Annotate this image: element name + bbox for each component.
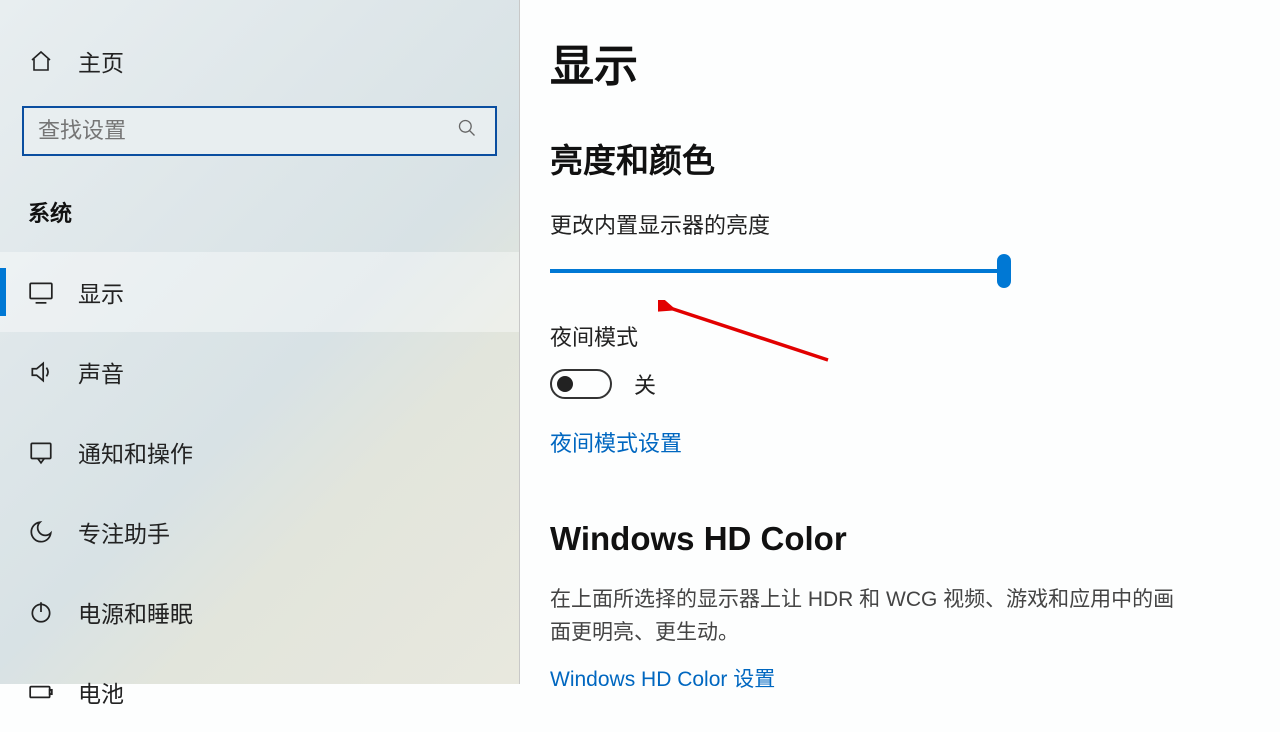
- home-nav[interactable]: 主页: [0, 30, 519, 96]
- slider-track: [550, 269, 1005, 273]
- brightness-section-title: 亮度和颜色: [550, 134, 1244, 182]
- search-icon: [457, 118, 477, 144]
- home-label: 主页: [78, 44, 124, 78]
- hd-color-settings-link[interactable]: Windows HD Color 设置: [550, 663, 775, 693]
- toggle-knob: [557, 376, 573, 392]
- monitor-icon: [28, 279, 54, 305]
- hd-color-title: Windows HD Color: [550, 520, 1244, 558]
- sidebar-item-power[interactable]: 电源和睡眠: [0, 572, 519, 652]
- night-light-status: 关: [634, 368, 656, 400]
- sidebar-item-label: 通知和操作: [78, 435, 193, 469]
- notifications-icon: [28, 439, 54, 465]
- category-label: 系统: [0, 178, 519, 252]
- sidebar: 主页 系统 显示 声音: [0, 0, 520, 684]
- moon-icon: [28, 519, 54, 545]
- sidebar-item-label: 电池: [78, 675, 124, 709]
- night-light-toggle-row: 关: [550, 368, 1244, 400]
- page-title: 显示: [550, 30, 1244, 94]
- slider-thumb[interactable]: [997, 254, 1011, 288]
- search-input[interactable]: [38, 118, 481, 144]
- sidebar-item-sound[interactable]: 声音: [0, 332, 519, 412]
- sidebar-item-label: 电源和睡眠: [78, 595, 193, 629]
- battery-icon: [28, 679, 54, 705]
- search-wrap: [22, 106, 497, 156]
- sidebar-item-label: 专注助手: [78, 515, 170, 549]
- home-icon: [28, 48, 54, 74]
- search-box[interactable]: [22, 106, 497, 156]
- main-content: 显示 亮度和颜色 更改内置显示器的亮度 夜间模式 关 夜间模式设置 Window…: [520, 0, 1280, 684]
- night-light-toggle[interactable]: [550, 369, 612, 399]
- sidebar-item-focus-assist[interactable]: 专注助手: [0, 492, 519, 572]
- sidebar-item-display[interactable]: 显示: [0, 252, 519, 332]
- brightness-slider[interactable]: [550, 256, 1005, 286]
- brightness-label: 更改内置显示器的亮度: [550, 208, 1244, 240]
- sidebar-item-label: 显示: [78, 275, 124, 309]
- night-light-settings-link[interactable]: 夜间模式设置: [550, 426, 682, 458]
- hd-color-description: 在上面所选择的显示器上让 HDR 和 WCG 视频、游戏和应用中的画面更明亮、更…: [550, 584, 1190, 649]
- sidebar-item-notifications[interactable]: 通知和操作: [0, 412, 519, 492]
- power-icon: [28, 599, 54, 625]
- night-light-label: 夜间模式: [550, 320, 1244, 352]
- sidebar-item-label: 声音: [78, 355, 124, 389]
- sidebar-item-battery[interactable]: 电池: [0, 652, 519, 732]
- speaker-icon: [28, 359, 54, 385]
